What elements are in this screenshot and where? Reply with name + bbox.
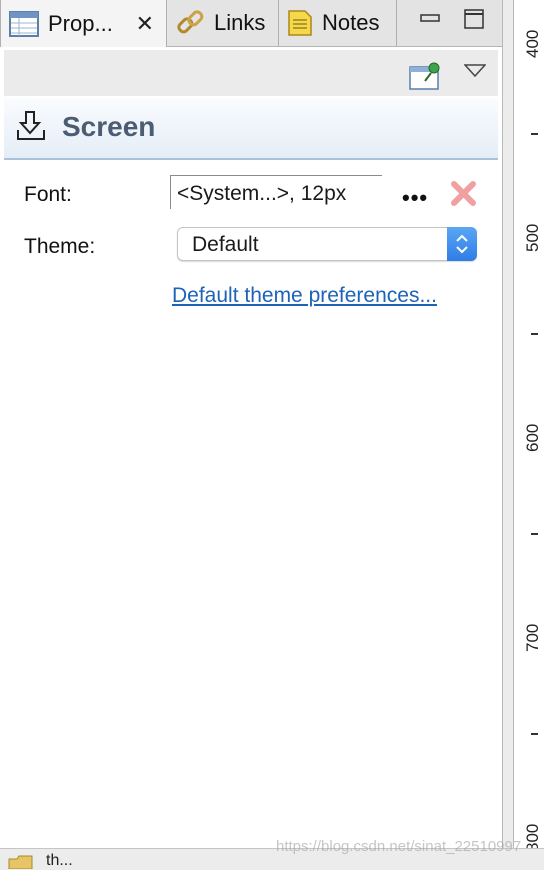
close-icon[interactable]: ✕ [136, 11, 154, 37]
section-header: Screen [4, 98, 498, 160]
minimize-icon[interactable] [419, 8, 441, 30]
theme-select[interactable]: Default [177, 227, 477, 261]
ruler-tick [531, 733, 538, 735]
theme-label: Theme: [24, 235, 96, 258]
font-more-button[interactable]: ••• [402, 185, 428, 211]
select-arrows-icon[interactable] [447, 227, 477, 261]
view-toolbar [4, 50, 498, 96]
chain-link-icon [177, 10, 204, 34]
tab-properties-label: Prop... [48, 10, 113, 36]
section-title: Screen [62, 111, 156, 142]
ruler-tick [531, 133, 538, 135]
pin-editor-icon[interactable] [409, 61, 441, 91]
bottom-partial-text: th... [46, 852, 73, 869]
ruler-label-600: 600 [523, 423, 542, 452]
ruler-label-700: 700 [523, 623, 542, 652]
properties-table-icon [9, 10, 39, 37]
ruler-label-400: 400 [523, 29, 542, 58]
screen-download-icon [17, 111, 45, 140]
clear-font-icon[interactable] [450, 180, 477, 207]
tab-notes-label: Notes [322, 10, 380, 35]
tab-properties[interactable]: Prop... ✕ [0, 0, 167, 47]
theme-select-value: Default [192, 233, 259, 256]
folder-icon [8, 855, 33, 869]
ruler-tick [531, 533, 538, 535]
maximize-icon[interactable] [463, 8, 485, 30]
watermark: https://blog.csdn.net/sinat_22510997 [276, 838, 522, 855]
font-label: Font: [24, 183, 72, 206]
note-icon [288, 10, 312, 36]
tab-links-label: Links [214, 10, 266, 35]
tab-notes[interactable]: Notes [279, 0, 397, 46]
tab-bar: Prop... ✕ Links Notes [0, 0, 502, 47]
ruler-tick [531, 333, 538, 335]
font-field[interactable]: <System...>, 12px [170, 175, 382, 209]
default-theme-preferences-link[interactable]: Default theme preferences... [172, 284, 437, 308]
tab-links[interactable]: Links [167, 0, 279, 46]
view-menu-chevron-down-icon[interactable] [464, 64, 486, 78]
ruler-label-500: 500 [523, 223, 542, 252]
